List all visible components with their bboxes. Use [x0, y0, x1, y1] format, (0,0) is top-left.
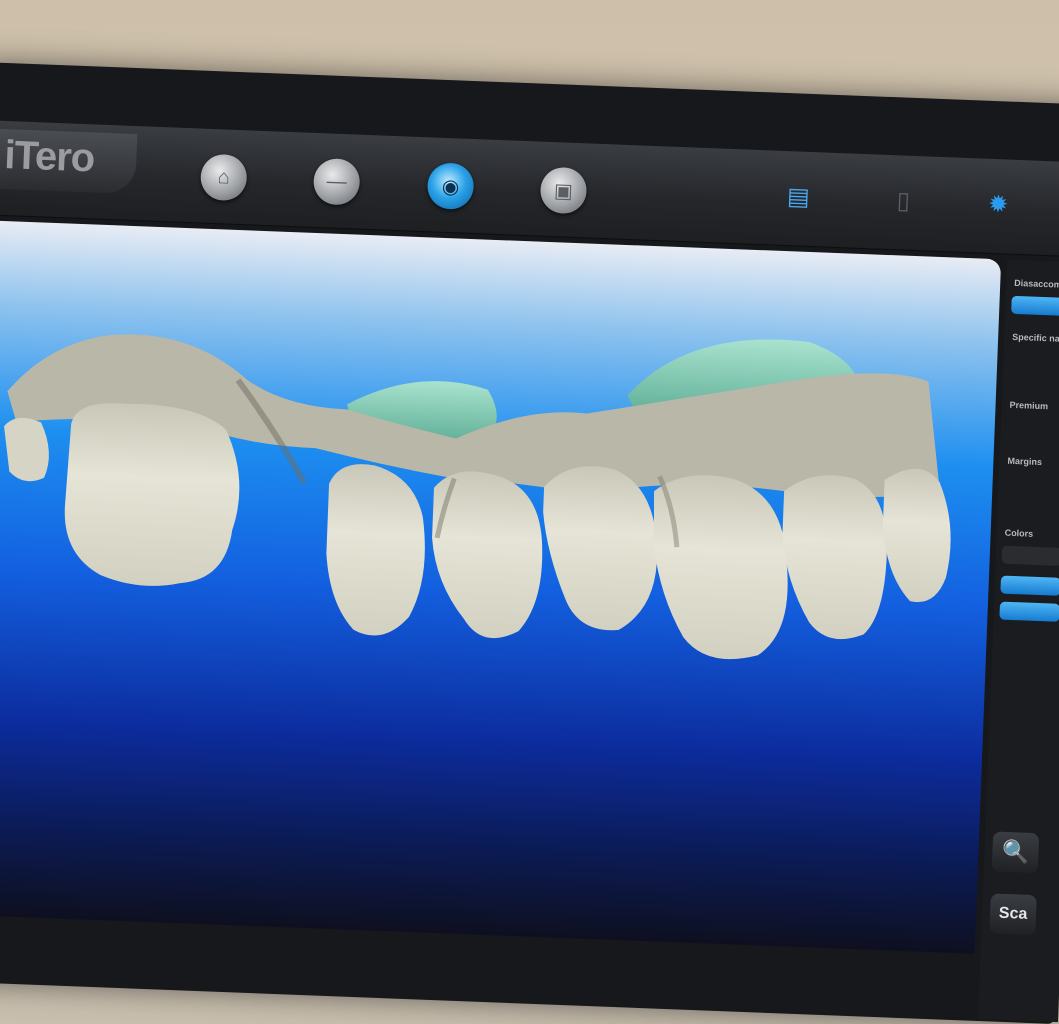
panel-label-2: Specific na: [1012, 331, 1059, 344]
camera-icon: ⌂: [217, 165, 231, 189]
tooth-central-incisor: [782, 475, 887, 640]
panel-label-4: Margins: [1007, 455, 1043, 468]
view-mode-button[interactable]: ◉: [426, 162, 475, 211]
panel-label-1: Diasaccom: [1014, 277, 1059, 290]
tooth-premolar-1: [326, 464, 425, 636]
panel-label-5: Colors: [1004, 527, 1034, 539]
trash-icon: ▯: [896, 186, 911, 215]
logo-text: iTero: [3, 133, 96, 181]
search-button[interactable]: 🔍: [991, 831, 1040, 874]
layers-mode-button[interactable]: ▣: [539, 166, 588, 215]
color-option-1[interactable]: [1000, 575, 1059, 596]
scan-button-label: Sca: [998, 904, 1028, 923]
tooth-molar-left: [64, 403, 240, 586]
layers-icon: ▣: [553, 179, 574, 203]
document-button[interactable]: ▤: [785, 181, 812, 212]
search-icon: 🔍: [1001, 838, 1030, 865]
eye-icon: ◉: [441, 175, 460, 198]
monitor: iTero ⌂ — ◉ ▣ ▤ ▯ ✹ Diasaccom Specific n…: [0, 62, 1059, 1024]
tooth-canine: [543, 466, 658, 631]
app-logo: iTero: [0, 127, 138, 195]
document-icon: ▤: [786, 182, 811, 211]
color-select[interactable]: [1001, 545, 1059, 566]
scan-button[interactable]: Sca: [989, 893, 1037, 936]
minus-icon: —: [326, 169, 348, 193]
gear-icon: ✹: [987, 190, 1009, 219]
panel-label-3: Premium: [1009, 399, 1049, 412]
dental-scan-model[interactable]: [0, 221, 1001, 954]
tooth-left-edge: [4, 417, 49, 482]
settings-button[interactable]: ✹: [985, 189, 1012, 220]
tooth-right-edge: [882, 468, 951, 603]
scan-viewport[interactable]: ⊕ ⊖ ⊙ ▢ ✛ ◐: [0, 220, 1002, 954]
color-option-2[interactable]: [999, 601, 1059, 622]
minus-mode-button[interactable]: —: [312, 157, 361, 206]
trash-button[interactable]: ▯: [890, 185, 917, 216]
camera-mode-button[interactable]: ⌂: [199, 153, 248, 202]
panel-button-1[interactable]: [1011, 295, 1059, 317]
